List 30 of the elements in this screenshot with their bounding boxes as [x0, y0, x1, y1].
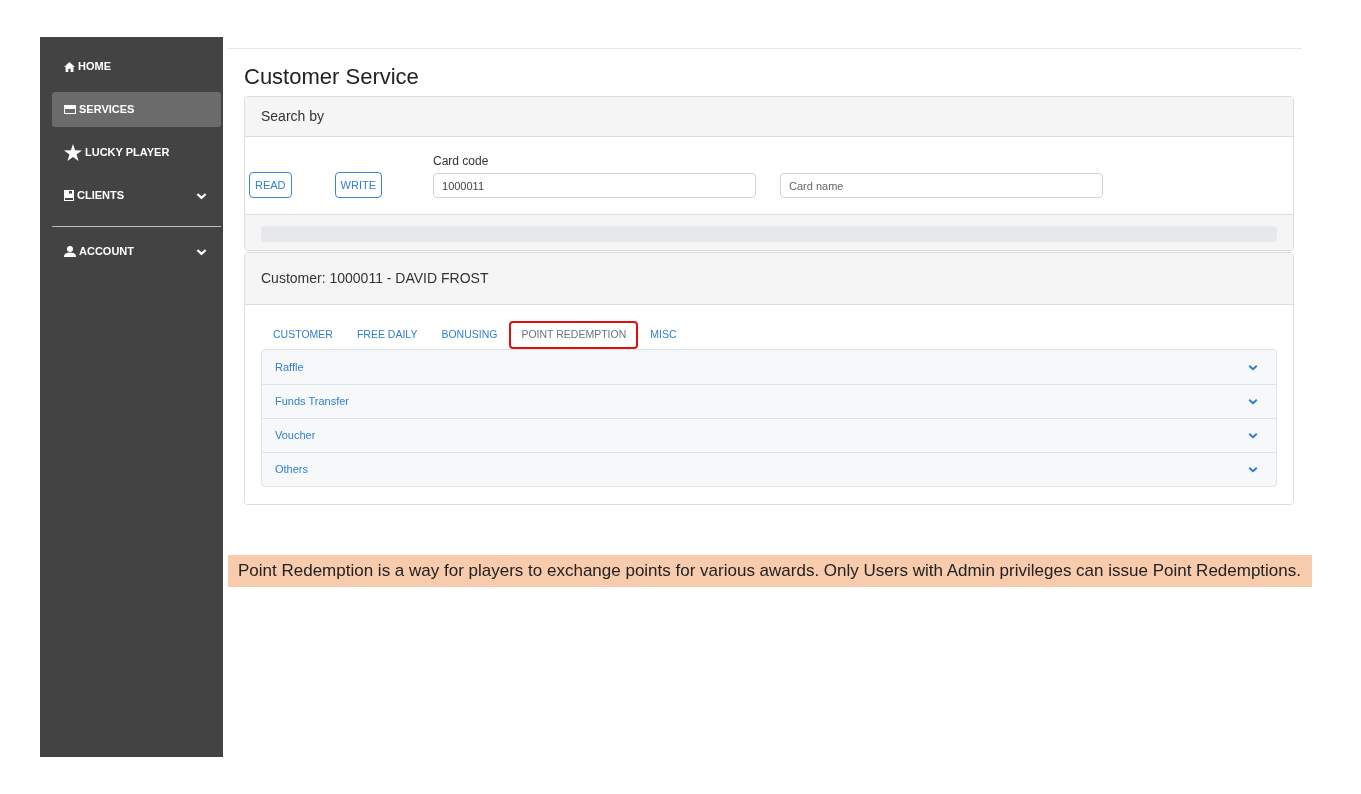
- card-name-field[interactable]: Card name: [780, 173, 1103, 198]
- sidebar-item[interactable]: CLIENTS: [52, 178, 221, 213]
- star-icon: [64, 144, 82, 161]
- accordion-header[interactable]: Others: [262, 452, 1276, 486]
- accordion-header[interactable]: Voucher: [262, 418, 1276, 452]
- panel-header: Search by: [261, 107, 325, 126]
- tab[interactable]: CUSTOMER: [261, 321, 345, 349]
- card-icon: [64, 105, 76, 114]
- chevron-down-icon: [196, 247, 207, 256]
- read-button[interactable]: READ: [249, 172, 292, 198]
- write-button[interactable]: WRITE: [334, 172, 382, 198]
- info-caption: Point Redemption is a way for players to exchange points for various awards. Only Users with Admin privileges can issue Point Redemptions.: [228, 555, 1312, 587]
- tab[interactable]: FREE DAILY: [344, 321, 430, 349]
- sidebar-item[interactable]: HOME: [52, 49, 221, 84]
- tab[interactable]: BONUSING: [429, 321, 510, 349]
- page-title: Customer Service: [244, 64, 419, 90]
- customer-header: Customer: 1000011 - DAVID FROST: [261, 269, 489, 288]
- accordion-header[interactable]: Raffle: [262, 350, 1276, 384]
- user-icon: [64, 246, 76, 257]
- accordion-header[interactable]: Funds Transfer: [262, 384, 1276, 418]
- sidebar-item[interactable]: LUCKY PLAYER: [52, 135, 221, 170]
- home-icon: [64, 61, 75, 72]
- field-label: Card code: [433, 153, 489, 170]
- tab[interactable]: MISC: [638, 321, 689, 349]
- sidebar-item[interactable]: SERVICES: [52, 92, 221, 127]
- chevron-down-icon: [196, 191, 207, 200]
- book-icon: [64, 190, 74, 201]
- card-code-field[interactable]: 1000011: [433, 173, 756, 198]
- sidebar-item[interactable]: ACCOUNT: [52, 234, 221, 269]
- tab[interactable]: POINT REDEMPTION: [509, 321, 639, 349]
